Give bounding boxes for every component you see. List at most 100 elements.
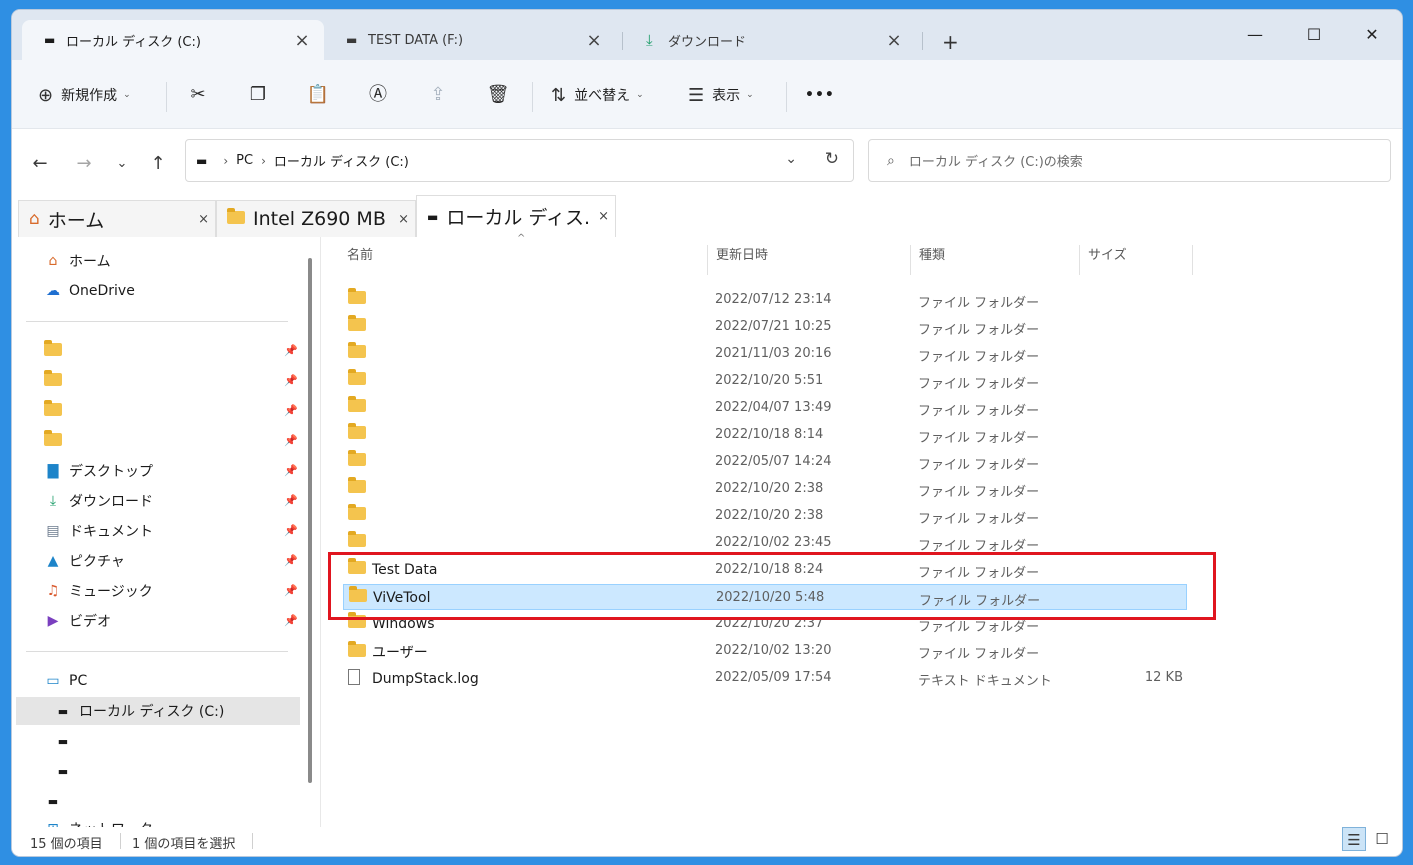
share-button[interactable]: ⇪ bbox=[425, 82, 451, 108]
pin-icon[interactable]: 📌 bbox=[284, 554, 298, 567]
table-row[interactable]: ユーザー 2022/10/02 13:20 ファイル フォルダー bbox=[343, 638, 1187, 664]
column-header-size[interactable]: サイズ bbox=[1080, 237, 1192, 275]
pin-icon[interactable]: 📌 bbox=[284, 434, 298, 447]
sidebar-item-drive[interactable]: ▬ bbox=[52, 727, 300, 755]
breadcrumb-pc[interactable]: PC bbox=[236, 153, 253, 168]
up-button[interactable]: ↑ bbox=[143, 149, 173, 179]
pane-divider[interactable] bbox=[320, 237, 321, 827]
table-row[interactable]: ViVeTool 2022/10/20 5:48 ファイル フォルダー bbox=[343, 584, 1187, 610]
file-name-cell bbox=[348, 477, 372, 497]
sidebar-item-pc[interactable]: ▭ PC bbox=[42, 667, 300, 695]
home-icon: ⌂ bbox=[48, 253, 58, 269]
sidebar-scrollbar[interactable] bbox=[308, 258, 312, 783]
paste-button[interactable]: 📋 bbox=[305, 82, 331, 108]
pin-icon[interactable]: 📌 bbox=[284, 614, 298, 627]
inner-tab-home[interactable]: ⌂ ホーム × bbox=[18, 200, 216, 237]
table-row[interactable]: 2022/10/02 23:45 ファイル フォルダー bbox=[343, 530, 1187, 556]
table-row[interactable]: DumpStack.log 2022/05/09 17:54 テキスト ドキュメント… bbox=[343, 665, 1187, 691]
table-row[interactable]: Test Data 2022/10/18 8:24 ファイル フォルダー bbox=[343, 557, 1187, 583]
file-date: 2022/07/12 23:14 bbox=[715, 292, 832, 307]
sidebar-item-pinned-folder[interactable]: 📌 bbox=[42, 367, 300, 395]
breadcrumb-local-disk[interactable]: ローカル ディスク (C:) bbox=[274, 151, 409, 170]
column-header-type[interactable]: 種類 bbox=[911, 237, 1079, 275]
file-type: ファイル フォルダー bbox=[918, 431, 1040, 446]
search-box[interactable]: ⌕ ローカル ディスク (C:)の検索 bbox=[868, 139, 1391, 182]
close-icon[interactable]: × bbox=[398, 212, 409, 227]
sidebar-item-pictures[interactable]: ▲ ピクチャ 📌 bbox=[42, 547, 300, 575]
pin-icon[interactable]: 📌 bbox=[284, 404, 298, 417]
sidebar-item-local-disk-c[interactable]: ▬ ローカル ディスク (C:) bbox=[16, 697, 300, 725]
close-icon[interactable]: × bbox=[292, 30, 312, 51]
sidebar-item-drive[interactable]: ▬ bbox=[42, 787, 300, 815]
close-window-button[interactable]: ✕ bbox=[1355, 20, 1389, 50]
sidebar-item-pinned-folder[interactable]: 📌 bbox=[42, 427, 300, 455]
pin-icon[interactable]: 📌 bbox=[284, 584, 298, 597]
sidebar-item-onedrive[interactable]: ☁ OneDrive bbox=[42, 277, 300, 305]
tab-label: ダウンロード bbox=[668, 34, 747, 50]
inner-tab-intel-z690[interactable]: Intel Z690 MB × bbox=[216, 200, 416, 237]
pin-icon[interactable]: 📌 bbox=[284, 524, 298, 537]
close-icon[interactable]: × bbox=[884, 30, 904, 51]
file-date: 2022/10/18 8:24 bbox=[715, 562, 824, 577]
inner-tab-local-disk[interactable]: ▬ ローカル ディス... × bbox=[416, 195, 616, 237]
table-row[interactable]: 2022/10/20 2:38 ファイル フォルダー bbox=[343, 503, 1187, 529]
sidebar-item-pinned-folder[interactable]: 📌 bbox=[42, 397, 300, 425]
close-icon[interactable]: × bbox=[584, 30, 604, 51]
recent-locations-button[interactable]: ⌄ bbox=[107, 149, 137, 179]
back-button[interactable]: ← bbox=[25, 149, 55, 179]
file-date: 2021/11/03 20:16 bbox=[715, 346, 832, 361]
address-dropdown-chevron-icon[interactable]: ⌄ bbox=[785, 151, 797, 167]
pin-icon[interactable]: 📌 bbox=[284, 344, 298, 357]
sidebar-item-videos[interactable]: ▶ ビデオ 📌 bbox=[42, 607, 300, 635]
sidebar-item-desktop[interactable]: ▇ デスクトップ 📌 bbox=[42, 457, 300, 485]
sidebar-item-network[interactable]: ⊞ ネットワーク bbox=[42, 815, 300, 827]
tab-local-disk-c[interactable]: ▬ ローカル ディスク (C:) × bbox=[22, 20, 324, 60]
table-row[interactable]: 2022/10/18 8:14 ファイル フォルダー bbox=[343, 422, 1187, 448]
details-view-button[interactable]: ☰ bbox=[1342, 827, 1366, 851]
copy-button[interactable]: ❐ bbox=[245, 82, 271, 108]
column-header-date[interactable]: 更新日時 bbox=[708, 237, 910, 275]
tab-downloads[interactable]: ⤓ ダウンロード × bbox=[624, 20, 916, 60]
close-icon[interactable]: × bbox=[198, 212, 209, 227]
maximize-button[interactable]: ☐ bbox=[1297, 20, 1331, 50]
folder-icon bbox=[348, 396, 370, 416]
table-row[interactable]: 2022/10/20 5:51 ファイル フォルダー bbox=[343, 368, 1187, 394]
rename-button[interactable]: Ⓐ bbox=[365, 82, 391, 108]
column-header-name[interactable]: 名前 bbox=[339, 237, 707, 275]
inner-tab-label: ローカル ディス... bbox=[446, 207, 591, 229]
sidebar-item-documents[interactable]: ▤ ドキュメント 📌 bbox=[42, 517, 300, 545]
column-divider[interactable] bbox=[1192, 245, 1193, 275]
new-tab-button[interactable]: + bbox=[942, 30, 959, 54]
close-icon[interactable]: × bbox=[598, 209, 609, 224]
new-button[interactable]: ⊕ 新規作成 ⌄ bbox=[38, 82, 131, 108]
video-icon: ▶ bbox=[47, 613, 59, 629]
large-icons-view-button[interactable]: ☐ bbox=[1370, 827, 1394, 851]
table-row[interactable]: Windows 2022/10/20 2:37 ファイル フォルダー bbox=[343, 611, 1187, 637]
delete-button[interactable]: 🗑 bbox=[485, 82, 511, 108]
table-row[interactable]: 2022/07/21 10:25 ファイル フォルダー bbox=[343, 314, 1187, 340]
sidebar-item-pinned-folder[interactable]: 📌 bbox=[42, 337, 300, 365]
forward-button[interactable]: → bbox=[69, 149, 99, 179]
tab-test-data-f[interactable]: ▬ TEST DATA (F:) × bbox=[324, 20, 616, 60]
file-name-cell bbox=[348, 423, 372, 443]
more-options-button[interactable]: ••• bbox=[805, 82, 835, 108]
pin-icon[interactable]: 📌 bbox=[284, 374, 298, 387]
table-row[interactable]: 2021/11/03 20:16 ファイル フォルダー bbox=[343, 341, 1187, 367]
minimize-button[interactable]: — bbox=[1238, 20, 1272, 50]
sidebar-item-music[interactable]: ♫ ミュージック 📌 bbox=[42, 577, 300, 605]
pin-icon[interactable]: 📌 bbox=[284, 494, 298, 507]
sidebar-item-home[interactable]: ⌂ ホーム bbox=[42, 247, 300, 275]
view-button[interactable]: ☰ 表示 ⌄ bbox=[688, 82, 754, 108]
sidebar-item-drive[interactable]: ▬ bbox=[52, 757, 300, 785]
table-row[interactable]: 2022/07/12 23:14 ファイル フォルダー bbox=[343, 287, 1187, 313]
table-row[interactable]: 2022/04/07 13:49 ファイル フォルダー bbox=[343, 395, 1187, 421]
pin-icon[interactable]: 📌 bbox=[284, 464, 298, 477]
address-bar[interactable]: ▬ › PC › ローカル ディスク (C:) ⌄ ↻ bbox=[185, 139, 854, 182]
file-list: ^ 名前 更新日時 種類 サイズ 2022/07/12 23:14 ファイル フォ… bbox=[327, 233, 1402, 827]
table-row[interactable]: 2022/05/07 14:24 ファイル フォルダー bbox=[343, 449, 1187, 475]
refresh-icon[interactable]: ↻ bbox=[825, 149, 839, 169]
sidebar-item-downloads[interactable]: ⤓ ダウンロード 📌 bbox=[42, 487, 300, 515]
cut-button[interactable]: ✂ bbox=[185, 82, 211, 108]
table-row[interactable]: 2022/10/20 2:38 ファイル フォルダー bbox=[343, 476, 1187, 502]
sort-button[interactable]: ⇅ 並べ替え ⌄ bbox=[551, 82, 644, 108]
